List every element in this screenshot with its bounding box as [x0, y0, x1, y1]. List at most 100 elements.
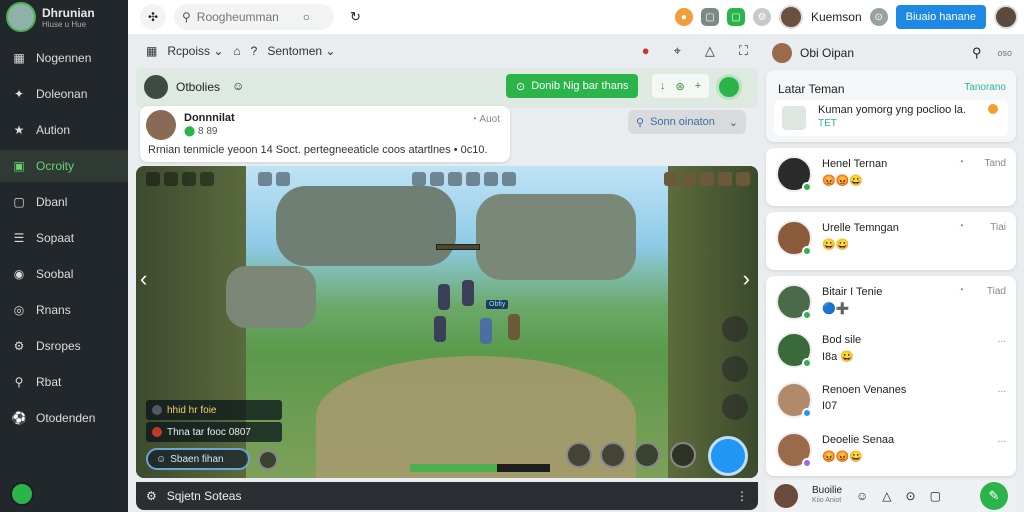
- brand[interactable]: Dhrunian Hiuse u Hue: [0, 0, 128, 34]
- filter-select[interactable]: ⚲ Sonn oinaton ⌄: [628, 110, 746, 134]
- home-icon[interactable]: ⌂: [233, 44, 240, 58]
- hud-icon[interactable]: [146, 172, 160, 186]
- skill-slot[interactable]: [670, 442, 696, 468]
- sidebar-item-sopaat[interactable]: ☰ Sopaat: [0, 222, 128, 254]
- post-avatar[interactable]: [146, 110, 176, 140]
- friend-row[interactable]: Deoelie Senaa 😡😡😀 ...: [766, 424, 1016, 474]
- friend-card[interactable]: Urelle Temngan 😀😀 ◔ Tiai: [766, 212, 1016, 270]
- hud-icon[interactable]: [164, 172, 178, 186]
- skill-slot[interactable]: [258, 450, 278, 470]
- friend-row[interactable]: Renoen Venanes I07 ...: [766, 374, 1016, 424]
- footer-avatar[interactable]: [774, 484, 798, 508]
- game-character[interactable]: [508, 314, 520, 340]
- sidebar-item-rbat[interactable]: ⚲ Rbat: [0, 366, 128, 398]
- bell-icon[interactable]: △: [882, 489, 891, 503]
- refresh-icon[interactable]: ↻: [350, 9, 361, 25]
- hud-icon[interactable]: [430, 172, 444, 186]
- search-input[interactable]: [196, 10, 297, 24]
- share-icon[interactable]: ▢: [700, 8, 719, 26]
- hud-icon[interactable]: [182, 172, 196, 186]
- channel-avatar[interactable]: [144, 75, 168, 99]
- suggestion-link[interactable]: Tanorano: [964, 82, 1006, 93]
- skill-slot[interactable]: [566, 442, 592, 468]
- notification-icon[interactable]: ●: [674, 8, 693, 26]
- side-action-button[interactable]: [722, 394, 748, 420]
- pin-icon[interactable]: ⌖: [674, 43, 681, 59]
- search-submit-icon[interactable]: ○: [303, 10, 310, 24]
- sidebar-item-rnans[interactable]: ◎ Rnans: [0, 294, 128, 326]
- friend-row[interactable]: Urelle Temngan 😀😀 ◔ Tiai: [766, 212, 1016, 270]
- hud-icon[interactable]: [466, 172, 480, 186]
- friend-row[interactable]: Bod sile I8a 😀 ...: [766, 324, 1016, 374]
- sidebar-item-nogennen[interactable]: ▦ Nogennen: [0, 42, 128, 74]
- skill-slot[interactable]: [634, 442, 660, 468]
- hud-icon[interactable]: [412, 172, 426, 186]
- game-character[interactable]: [462, 280, 474, 306]
- hud-icon[interactable]: [664, 172, 678, 186]
- post-card[interactable]: Donnnilat ⬤ 8 89 ◔ Auot Rrnian tenmicle …: [140, 106, 510, 162]
- settings-icon[interactable]: ⚙: [752, 8, 771, 26]
- friend-card[interactable]: Henel Ternan 😡😡😀 ◔ Tand: [766, 148, 1016, 206]
- subbar-dropdown-2[interactable]: Sentomen ⌄: [267, 44, 335, 58]
- more-icon[interactable]: ⊙: [906, 489, 916, 503]
- sidebar-item-ocroity[interactable]: ▣ Ocroity: [0, 150, 128, 182]
- status-icon[interactable]: ⊙: [869, 8, 888, 26]
- party-button[interactable]: ☺ Sbaen fihan: [146, 448, 250, 470]
- search-bar[interactable]: ⚲ ○: [174, 4, 334, 30]
- friend-row[interactable]: Bitair I Tenie 🔵➕ ◔ Tiad: [766, 276, 1016, 324]
- chevron-left-icon[interactable]: ‹: [140, 266, 147, 292]
- add-icon[interactable]: +: [695, 80, 701, 92]
- sidebar-item-doleonan[interactable]: ✦ Doleonan: [0, 78, 128, 110]
- sidebar-item-soobal[interactable]: ◉ Soobal: [0, 258, 128, 290]
- emoji-icon[interactable]: ☺: [856, 489, 868, 503]
- attack-button[interactable]: [708, 436, 748, 476]
- hud-icon[interactable]: [682, 172, 696, 186]
- hud-icon[interactable]: [276, 172, 290, 186]
- game-character[interactable]: [438, 284, 450, 310]
- record-icon[interactable]: ●: [642, 43, 650, 59]
- hud-icon[interactable]: [200, 172, 214, 186]
- friend-row[interactable]: Henel Ternan 😡😡😀 ◔ Tand: [766, 148, 1016, 206]
- hud-icon[interactable]: [718, 172, 732, 186]
- profile-avatar[interactable]: [994, 5, 1018, 29]
- search-icon[interactable]: ⚲: [972, 45, 982, 61]
- sidebar-item-otodenden[interactable]: ⚽ Otodenden: [0, 402, 128, 434]
- hud-icon[interactable]: [448, 172, 462, 186]
- layout-icon[interactable]: ▦: [146, 44, 157, 58]
- download-icon[interactable]: ↓: [660, 80, 666, 92]
- join-button[interactable]: ⊙ Donib Nig bar thans: [506, 74, 639, 98]
- gift-icon[interactable]: ▢: [930, 489, 941, 503]
- status-badge[interactable]: [10, 482, 34, 506]
- game-character[interactable]: [434, 316, 446, 342]
- settings-icon[interactable]: ⚙: [146, 489, 157, 503]
- hud-icon[interactable]: [502, 172, 516, 186]
- user-avatar[interactable]: [778, 5, 803, 29]
- sidebar-item-dsropes[interactable]: ⚙ Dsropes: [0, 330, 128, 362]
- skill-slot[interactable]: [600, 442, 626, 468]
- hud-icon[interactable]: [736, 172, 750, 186]
- side-action-button[interactable]: [722, 316, 748, 342]
- more-icon[interactable]: ...: [998, 434, 1006, 445]
- hud-icon[interactable]: [258, 172, 272, 186]
- side-action-button[interactable]: [722, 356, 748, 382]
- chat-icon[interactable]: ▢: [726, 8, 745, 26]
- compose-button[interactable]: ✎: [980, 482, 1008, 510]
- help-icon[interactable]: ?: [251, 44, 258, 58]
- panel-avatar[interactable]: [772, 43, 792, 63]
- sidebar-item-dbanl[interactable]: ▢ Dbanl: [0, 186, 128, 218]
- game-character[interactable]: [480, 318, 492, 344]
- sidebar-item-aution[interactable]: ★ Aution: [0, 114, 128, 146]
- more-icon[interactable]: ⋮: [736, 489, 748, 503]
- game-viewport[interactable]: ‹ › Obfiy hhid hr foie Thna tar fooc 080…: [136, 166, 758, 478]
- chevron-right-icon[interactable]: ›: [743, 266, 750, 292]
- primary-action-button[interactable]: Biuaio hanane: [895, 5, 986, 29]
- bell-icon[interactable]: △: [705, 43, 715, 59]
- suggestion-item[interactable]: Kuman yomorg yng poclioo la. TET: [774, 100, 1008, 136]
- hud-icon[interactable]: [484, 172, 498, 186]
- back-button[interactable]: ✣: [140, 4, 166, 30]
- live-toggle[interactable]: [716, 74, 742, 100]
- more-icon[interactable]: ...: [998, 334, 1006, 345]
- more-icon[interactable]: ...: [998, 384, 1006, 395]
- subbar-dropdown-1[interactable]: Rcpoiss ⌄: [167, 44, 223, 58]
- share-icon[interactable]: ⊛: [676, 80, 685, 93]
